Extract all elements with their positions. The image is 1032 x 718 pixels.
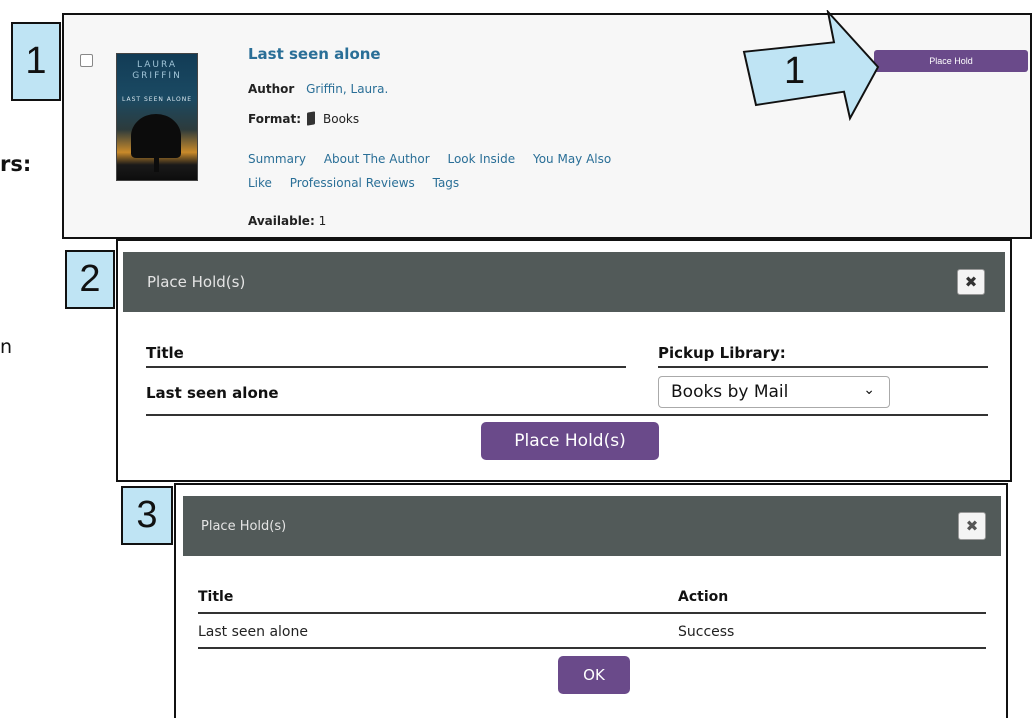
author-link[interactable]: Griffin, Laura. — [306, 82, 388, 96]
step-label-1: 1 — [11, 22, 61, 101]
header-divider-right — [658, 366, 988, 368]
available-label: Available: — [248, 214, 315, 228]
format-label: Format: — [248, 112, 302, 126]
format-row: Format: Books — [248, 111, 360, 126]
partial-text-colon: rs: — [0, 152, 32, 176]
like-link[interactable]: Like — [248, 176, 272, 190]
callout-arrow-icon — [742, 10, 880, 122]
result-row-title: Last seen alone — [198, 624, 308, 640]
result-row-divider — [198, 647, 986, 649]
ok-button[interactable]: OK — [558, 656, 630, 694]
detail-links-row2: Like Professional Reviews Tags — [248, 176, 459, 190]
pickup-library-column-header: Pickup Library: — [658, 344, 786, 362]
header-divider-left — [146, 366, 626, 368]
look-inside-link[interactable]: Look Inside — [447, 152, 515, 166]
author-label: Author — [248, 82, 295, 96]
cover-tree-trunk — [154, 152, 159, 172]
detail-links-row1: Summary About The Author Look Inside You… — [248, 152, 611, 166]
title-column-header: Title — [146, 344, 184, 362]
select-checkbox[interactable] — [80, 54, 93, 67]
search-result-panel — [62, 13, 1032, 239]
chevron-down-icon: ⌄ — [863, 382, 875, 398]
format-value: Books — [323, 112, 360, 126]
book-title-link[interactable]: Last seen alone — [248, 45, 381, 63]
step-label-3: 3 — [121, 486, 173, 545]
pickup-library-select[interactable]: Books by Mail ⌄ — [658, 376, 890, 408]
you-may-also-link[interactable]: You May Also — [533, 152, 611, 166]
about-author-link[interactable]: About The Author — [324, 152, 430, 166]
cover-title: LAST SEEN ALONE — [122, 96, 192, 103]
row-divider — [146, 414, 988, 416]
summary-link[interactable]: Summary — [248, 152, 306, 166]
partial-text-n: n — [0, 336, 13, 358]
close-icon[interactable]: ✖ — [958, 512, 986, 540]
book-cover-image[interactable]: LAURA GRIFFIN LAST SEEN ALONE — [116, 53, 198, 181]
hold-result-dialog-header: Place Hold(s) — [183, 496, 1001, 556]
hold-row-title: Last seen alone — [146, 384, 279, 402]
tags-link[interactable]: Tags — [433, 176, 460, 190]
cover-author-line1: LAURA — [136, 60, 177, 70]
place-hold-dialog-header: Place Hold(s) — [123, 252, 1005, 312]
place-hold-dialog-title: Place Hold(s) — [147, 273, 246, 291]
result-header-divider — [198, 612, 986, 614]
result-row-action: Success — [678, 624, 735, 640]
professional-reviews-link[interactable]: Professional Reviews — [290, 176, 415, 190]
availability-row: Available: 1 — [248, 214, 326, 228]
hold-result-dialog-title: Place Hold(s) — [201, 518, 287, 534]
cover-author-line2: GRIFFIN — [132, 71, 182, 81]
book-icon — [307, 111, 316, 126]
place-hold-button[interactable]: Place Hold — [874, 50, 1028, 72]
submit-place-holds-button[interactable]: Place Hold(s) — [481, 422, 659, 460]
step-label-2: 2 — [65, 250, 115, 309]
author-row: Author Griffin, Laura. — [248, 82, 388, 96]
available-count: 1 — [318, 214, 327, 228]
action-column-header: Action — [678, 589, 729, 605]
callout-arrow-number: 1 — [784, 50, 806, 92]
pickup-library-value: Books by Mail — [671, 382, 789, 402]
close-icon[interactable]: ✖ — [957, 269, 985, 295]
result-title-column-header: Title — [198, 589, 234, 605]
